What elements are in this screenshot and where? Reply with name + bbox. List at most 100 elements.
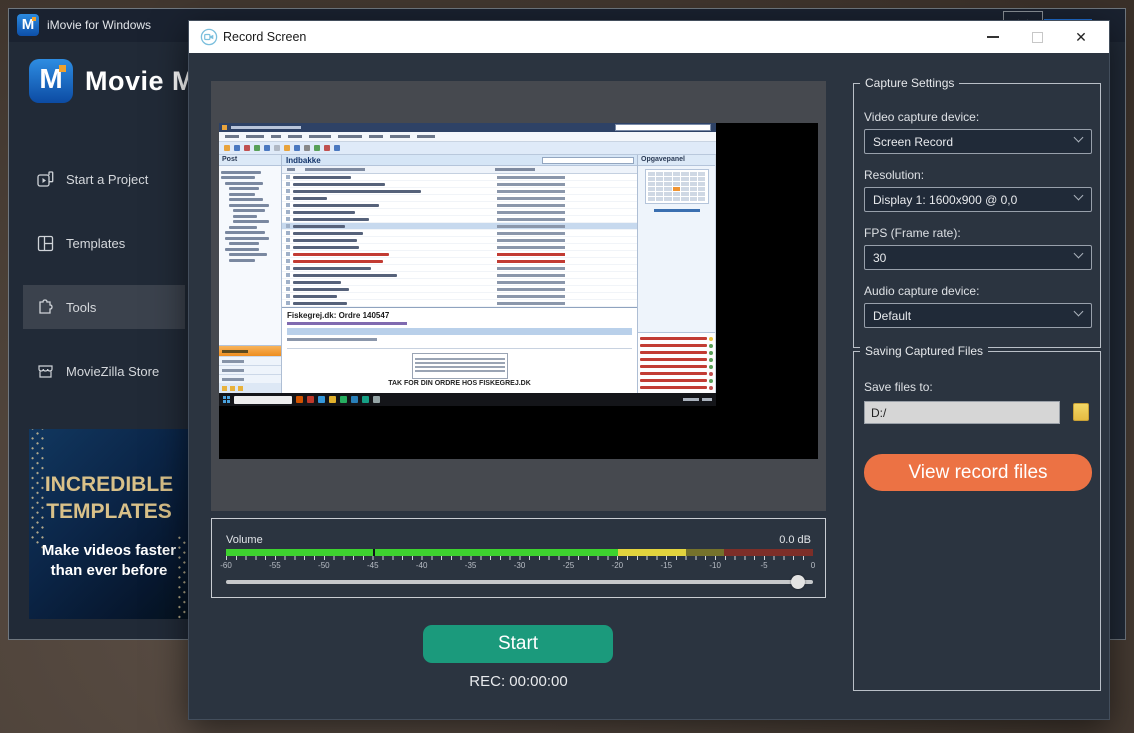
calendar-cell [673,182,680,186]
sidebar-item-start-a-project[interactable]: Start a Project [23,157,185,201]
close-button[interactable]: ✕ [1059,21,1103,53]
record-screen-icon [200,28,218,46]
email-icon [286,189,290,193]
email-date-bar [497,176,565,179]
volume-meter [226,549,813,556]
fps-dropdown[interactable]: 30 [864,245,1092,270]
calendar-cell [673,192,680,196]
calendar-cell [698,192,705,196]
calendar-cell [698,177,705,181]
sidebar-item-templates[interactable]: Templates [23,221,185,265]
volume-panel: Volume 0.0 dB -60-55-50-45-40-35-30-25-2… [211,518,826,598]
calendar-cell [690,182,697,186]
toolbar-icon [284,145,290,151]
meter-tick-label: -10 [709,561,721,570]
email-row [282,244,637,251]
calendar-cell [681,172,688,176]
meter-tick-label: 0 [811,561,815,570]
email-icon [286,175,290,179]
task-status-dot [709,386,713,390]
folder-tree-item [229,193,255,196]
outlook-nav-buttons [219,345,281,393]
email-subject-bar [293,253,389,256]
meter-tick-label: -55 [269,561,281,570]
calendar-cell [648,182,655,186]
email-date-bar [497,197,565,200]
store-icon [37,363,54,380]
outlook-reading-pane: Fiskegrej.dk: Ordre 140547 TAK FOR DIN O… [282,307,637,393]
calendar-cell [664,177,671,181]
menu-item-bar [369,135,383,138]
email-date-bar [497,190,565,193]
save-path-input[interactable] [864,401,1060,424]
sidebar-item-label: Templates [66,236,125,251]
email-icon [286,238,290,242]
fps-label: FPS (Frame rate): [864,226,961,240]
email-icon [286,182,290,186]
preview-panel: Post Indbakke [211,81,826,511]
folder-tree-item [229,259,255,262]
dialog-titlebar: Record Screen ✕ [189,21,1109,53]
volume-slider-handle[interactable] [791,575,805,589]
email-subject-bar [293,246,359,249]
email-icon [286,196,290,200]
toolbar-icon [274,145,280,151]
chevron-down-icon [1074,191,1084,201]
volume-meter-labels: -60-55-50-45-40-35-30-25-20-15-10-50 [226,561,813,571]
video-device-dropdown[interactable]: Screen Record [864,129,1092,154]
templates-ad-banner[interactable]: INCREDIBLE TEMPLATES Make videos faster … [29,429,189,619]
menu-item-bar [417,135,435,138]
menu-item-bar [288,135,302,138]
view-record-files-button[interactable]: View record files [864,454,1092,491]
calendar-cell [664,197,671,201]
sidebar-item-tools[interactable]: Tools [23,285,185,329]
email-row [282,272,637,279]
start-record-button[interactable]: Start [423,625,613,663]
resolution-dropdown[interactable]: Display 1: 1600x900 @ 0,0 [864,187,1092,212]
email-subject-bar [293,260,383,263]
audio-device-dropdown[interactable]: Default [864,303,1092,328]
meter-tick-label: -30 [514,561,526,570]
menu-item-bar [390,135,410,138]
task-text-bar [640,365,707,368]
minimize-button[interactable] [971,21,1015,53]
taskbar-search [234,396,292,404]
calendar-cell [690,172,697,176]
email-note-box [412,353,508,379]
reading-pane-infobar [287,328,632,335]
volume-slider-track[interactable] [226,580,813,584]
saving-files-legend: Saving Captured Files [860,344,988,358]
folder-tree-item [229,204,269,207]
toolbar-icon [264,145,270,151]
menu-item-bar [246,135,264,138]
folder-tree-item [229,226,257,229]
volume-slider[interactable] [226,572,813,590]
taskbar-app-icon [373,396,380,403]
ad-subtitle: Make videos faster than ever before [37,541,181,580]
email-subject-bar [293,176,351,179]
email-date-bar [497,288,565,291]
toolbar-icon [314,145,320,151]
email-date-bar [497,281,565,284]
task-text-bar [640,386,707,389]
audio-device-value: Default [873,309,911,323]
maximize-button[interactable] [1015,21,1059,53]
chevron-down-icon [1074,307,1084,317]
video-device-label: Video capture device: [864,110,979,124]
calendar-cell [698,187,705,191]
browse-folder-button[interactable] [1073,402,1090,422]
calendar-cell [673,197,680,201]
task-item [640,384,713,391]
calendar-cell [648,177,655,181]
meter-tick-label: -25 [563,561,575,570]
sidebar-item-moviezilla-store[interactable]: MovieZilla Store [23,349,185,393]
close-icon: ✕ [1075,30,1087,44]
task-item [640,370,713,377]
chevron-down-icon [1074,249,1084,259]
logo-dot [59,65,66,72]
email-date-bar [497,274,565,277]
fps-value: 30 [873,251,886,265]
mini-calendar [645,169,709,204]
templates-icon [37,235,54,252]
task-list [638,332,715,393]
